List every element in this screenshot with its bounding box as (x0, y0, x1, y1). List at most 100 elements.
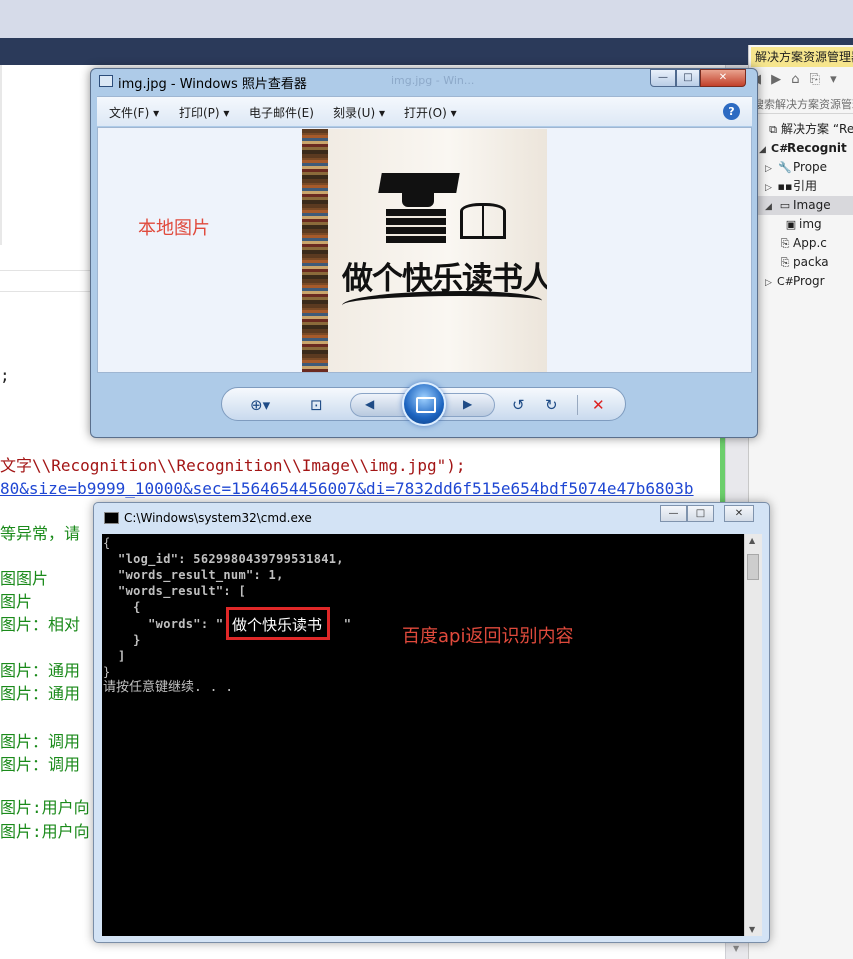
editor-margin (0, 65, 2, 245)
tree-item[interactable]: ▷ ▪▪引用 (749, 177, 853, 196)
code-line: 文字\\Recognition\\Recognition\\Image\\img… (0, 456, 466, 475)
code-line: 等异常，请 (0, 524, 81, 543)
rotate-counterclockwise-icon[interactable]: ↺ (512, 396, 525, 414)
tree-item[interactable]: ▷ 🔧Prope (749, 158, 853, 177)
api-result-annotation: 百度api返回识别内容 (402, 626, 574, 647)
tree-item-icon: ⎘ (780, 256, 790, 269)
photo-viewer-titlebar[interactable]: img.jpg - Windows 照片查看器 img.jpg - Win...… (91, 69, 757, 95)
console-line: ] (103, 649, 126, 663)
code-line: ; (0, 366, 10, 385)
cmd-minimize-button[interactable]: — (660, 505, 687, 522)
code-line: 图片：通用 (0, 661, 81, 680)
tree-item-icon: C# (771, 142, 789, 155)
cmd-scrollbar[interactable]: ▲ ▼ (744, 534, 762, 936)
tree-item-label: Progr (793, 274, 825, 288)
controls-separator (577, 395, 578, 415)
tree-item-label: Image (793, 198, 831, 212)
solution-explorer-title[interactable]: 解决方案资源管理器 (751, 47, 853, 67)
scroll-up-icon[interactable]: ▲ (749, 536, 755, 545)
code-line: 图片 (0, 592, 33, 611)
open-book-graphic (460, 203, 506, 239)
menu-file[interactable]: 文件(F) ▾ (109, 104, 159, 121)
menu-open[interactable]: 打开(O) ▾ (404, 104, 457, 121)
close-button[interactable]: ✕ (700, 69, 746, 87)
photo-viewer-canvas: 本地图片 做个快乐读书人 (97, 127, 752, 373)
photo-viewer-controls: ⊕▾ ⊡ ◀ ▶ ↺ ↻ ✕ (221, 382, 626, 426)
photo-viewer-title-ghost: img.jpg - Win... (391, 74, 475, 87)
tree-item-label: 引用 (793, 179, 818, 193)
console-line: "words_result_num": 1, (103, 568, 284, 582)
tree-item-label: App.c (793, 236, 827, 250)
fit-to-window-icon[interactable]: ⊡ (310, 396, 323, 414)
tree-item[interactable]: ⧉ 解决方案 “Re (749, 120, 853, 139)
menu-print[interactable]: 打印(P) ▾ (179, 104, 229, 121)
tree-item-label: Prope (793, 160, 828, 174)
solution-explorer-toolbar[interactable]: ◀ ▶ ⌂ ⎘ ▾ (751, 72, 853, 92)
tree-item-icon: C# (777, 275, 794, 288)
bookshelf-graphic (302, 129, 328, 372)
tree-item-icon: ⧉ (769, 123, 777, 136)
tree-item-icon: ▣ (785, 218, 797, 231)
solution-explorer-search-input[interactable]: 搜索解决方案资源管理器 (753, 96, 853, 114)
stacked-books-graphic (386, 209, 446, 243)
console-line: { (103, 536, 111, 550)
cmd-console[interactable]: { "log_id": 5629980439799531841, "words_… (102, 534, 744, 936)
cmd-maximize-button[interactable]: □ (687, 505, 714, 522)
tree-item-label: img (799, 217, 822, 231)
cmd-app-icon (104, 512, 119, 524)
console-line: { (103, 600, 141, 614)
slideshow-button[interactable] (402, 382, 446, 426)
tree-item[interactable]: ▣ img (749, 215, 853, 234)
code-line: 图片：调用 (0, 755, 81, 774)
scroll-down-icon[interactable]: ▼ (749, 925, 755, 934)
code-line: 80&size=b9999_10000&sec=1564654456007&di… (0, 479, 694, 498)
zoom-icon[interactable]: ⊕▾ (250, 396, 270, 414)
tree-expander-icon[interactable]: ▷ (765, 274, 777, 293)
previous-icon[interactable]: ◀ (365, 397, 374, 411)
console-prompt-line: 请按任意键继续. . . (103, 680, 234, 695)
menu-email[interactable]: 电子邮件(E) (249, 104, 314, 121)
console-line: "words_result": [ (103, 584, 246, 598)
desktop-top-strip (0, 0, 853, 38)
tree-item-icon: 🔧 (778, 161, 792, 174)
tree-item-label: packa (793, 255, 829, 269)
local-image-label: 本地图片 (138, 218, 210, 239)
tree-item[interactable]: ⎘ App.c (749, 234, 853, 253)
tree-item-icon: ⎘ (780, 237, 790, 250)
rotate-clockwise-icon[interactable]: ↻ (545, 396, 558, 414)
tree-item[interactable]: ▷ C#Progr (749, 272, 853, 291)
scroll-down-icon[interactable]: ▼ (733, 944, 739, 953)
tree-item-label: 解决方案 “Re (781, 122, 853, 136)
maximize-button[interactable]: □ (676, 69, 700, 87)
tree-item-label: Recognit (787, 141, 847, 155)
tree-item-icon: ▭ (779, 199, 791, 212)
cmd-scroll-thumb[interactable] (747, 554, 759, 580)
tree-item[interactable]: ◢ ▭ Image (749, 196, 853, 215)
tree-item-icon: ▪▪ (777, 180, 793, 193)
graduation-cap-base (402, 189, 434, 207)
code-line: 图片：调用 (0, 732, 81, 751)
code-line: 图图片 (0, 569, 49, 588)
cmd-title: C:\Windows\system32\cmd.exe (124, 511, 312, 525)
console-line: } (103, 665, 111, 679)
code-line: 图片：通用 (0, 684, 81, 703)
code-line: 图片:用户向 (0, 798, 90, 817)
console-line: } (103, 633, 141, 647)
next-icon[interactable]: ▶ (463, 397, 472, 411)
delete-icon[interactable]: ✕ (592, 396, 605, 414)
tree-item[interactable]: ⎘ packa (749, 253, 853, 272)
photo-viewer-app-icon (99, 75, 113, 87)
recognized-words-value: 做个快乐读书 (232, 616, 323, 634)
code-line: 图片：相对 (0, 615, 81, 634)
photo-viewer-menubar: 文件(F) ▾ 打印(P) ▾ 电子邮件(E) 刻录(U) ▾ 打开(O) ▾ … (97, 96, 752, 126)
tree-item[interactable]: ◢ C#Recognit (749, 139, 853, 158)
photo-viewer-title: img.jpg - Windows 照片查看器 (118, 77, 307, 92)
cmd-window: C:\Windows\system32\cmd.exe — □ ✕ { "log… (93, 502, 770, 943)
cmd-close-button[interactable]: ✕ (724, 505, 754, 522)
menu-burn[interactable]: 刻录(U) ▾ (333, 104, 385, 121)
photo-viewer-window: img.jpg - Windows 照片查看器 img.jpg - Win...… (90, 68, 758, 438)
displayed-image: 做个快乐读书人 (302, 129, 547, 372)
console-line: "log_id": 5629980439799531841, (103, 552, 344, 566)
minimize-button[interactable]: — (650, 69, 676, 87)
help-icon[interactable]: ? (723, 103, 740, 120)
